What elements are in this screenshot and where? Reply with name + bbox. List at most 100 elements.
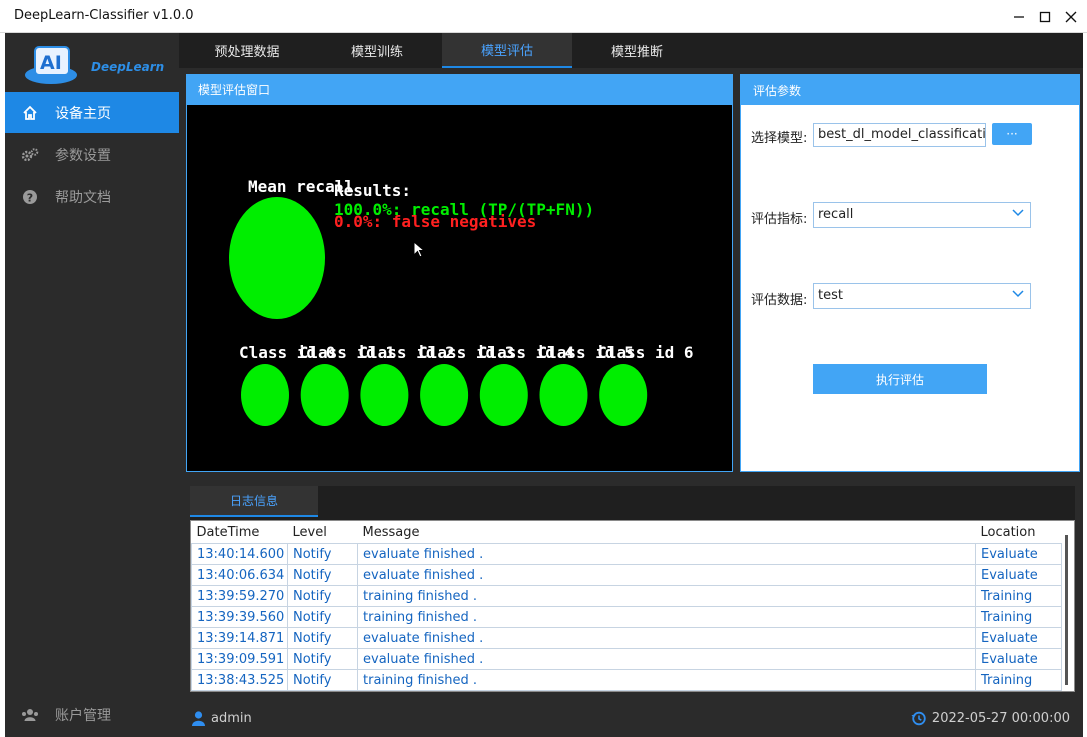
logo-text: DeepLearn — [91, 60, 164, 74]
tab-training[interactable]: 模型训练 — [312, 33, 442, 68]
class-result-ellipse — [539, 364, 588, 426]
gears-icon — [5, 147, 55, 163]
history-icon — [911, 711, 926, 726]
result-false-negatives: 0.0%: false negatives — [334, 212, 537, 231]
maximize-icon[interactable] — [1034, 6, 1056, 28]
panel-title: 模型评估窗口 — [186, 74, 733, 104]
model-path-input[interactable]: best_dl_model_classification — [813, 123, 986, 147]
class-result-ellipse — [479, 364, 528, 426]
username: admin — [211, 711, 252, 726]
column-header-level[interactable]: Level — [288, 521, 358, 544]
log-row[interactable]: 13:38:43.525 Notify training finished . Tra… — [191, 669, 1062, 691]
tab-label: 模型推断 — [610, 45, 663, 60]
home-icon — [5, 105, 55, 121]
log-cell-datetime: 13:40:14.600 — [191, 543, 288, 565]
log-cell-location: Training — [975, 585, 1062, 607]
column-header-datetime[interactable]: DateTime — [192, 521, 288, 544]
sidebar-item-params[interactable]: 参数设置 — [5, 134, 179, 175]
tab-label: 预处理数据 — [214, 45, 280, 60]
run-evaluation-button[interactable]: 执行评估 — [813, 364, 987, 394]
log-cell-message: evaluate finished . — [357, 564, 976, 586]
users-icon — [5, 707, 55, 723]
tab-bar: 预处理数据 模型训练 模型评估 模型推断 — [179, 33, 1083, 68]
log-cell-datetime: 13:40:06.634 — [191, 564, 288, 586]
data-select-value: test — [818, 288, 843, 303]
logo-badge: AI — [40, 52, 62, 74]
log-cell-message: evaluate finished . — [357, 648, 976, 670]
data-label: 评估数据: — [751, 293, 808, 308]
log-cell-location: Training — [975, 669, 1062, 691]
params-panel: 评估参数 选择模型: best_dl_model_classification … — [740, 74, 1080, 472]
log-header-row: DateTime Level Message Location — [192, 521, 1062, 544]
log-cell-datetime: 13:38:43.525 — [191, 669, 288, 691]
sidebar-item-home[interactable]: 设备主页 — [5, 92, 179, 133]
tab-preprocess[interactable]: 预处理数据 — [182, 33, 312, 68]
log-row[interactable]: 13:40:14.600 Notify evaluate finished . Eva… — [191, 543, 1062, 565]
browse-button[interactable]: ··· — [992, 123, 1032, 145]
app-logo: AI DeepLearn — [21, 39, 181, 91]
help-icon: ? — [5, 189, 55, 205]
evaluation-canvas[interactable]: Mean recall Results: 100.0%: recall (TP/… — [187, 105, 732, 471]
log-cell-datetime: 13:39:14.871 — [191, 627, 288, 649]
metric-select-value: recall — [818, 207, 854, 222]
class-result-ellipse — [241, 364, 289, 426]
chevron-down-icon — [1012, 287, 1024, 302]
log-cell-level: Notify — [287, 585, 358, 607]
log-cell-level: Notify — [287, 627, 358, 649]
sidebar-item-label: 帮助文档 — [55, 189, 111, 206]
svg-text:?: ? — [27, 191, 33, 204]
sidebar-item-label: 账户管理 — [55, 707, 111, 724]
metric-label: 评估指标: — [751, 212, 808, 227]
class-label: Class id 6 — [597, 343, 694, 362]
sidebar-item-label: 参数设置 — [55, 147, 111, 164]
panel-title: 评估参数 — [741, 75, 1079, 105]
data-select[interactable]: test — [813, 283, 1031, 309]
sidebar-item-accounts[interactable]: 账户管理 — [5, 694, 179, 735]
mean-recall-ellipse — [229, 197, 325, 319]
class-result-ellipse — [300, 364, 349, 426]
model-label: 选择模型: — [751, 131, 808, 146]
log-row[interactable]: 13:39:09.591 Notify evaluate finished . Eva… — [191, 648, 1062, 670]
log-cell-location: Training — [975, 606, 1062, 628]
user-info[interactable]: admin — [192, 711, 252, 726]
column-header-location[interactable]: Location — [976, 521, 1062, 544]
class-result-ellipse — [360, 364, 409, 426]
title-bar: DeepLearn-Classifier v1.0.0 — [0, 0, 1087, 33]
sidebar-item-label: 设备主页 — [55, 105, 111, 122]
log-cell-level: Notify — [287, 543, 358, 565]
sidebar-item-help[interactable]: ? 帮助文档 — [5, 176, 179, 217]
minimize-icon[interactable] — [1008, 6, 1030, 28]
tab-evaluation[interactable]: 模型评估 — [442, 33, 572, 68]
log-row[interactable]: 13:39:14.871 Notify evaluate finished . Eva… — [191, 627, 1062, 649]
log-cell-message: training finished . — [357, 669, 976, 691]
log-table: DateTime Level Message Location 13:40:14… — [190, 520, 1075, 692]
log-cell-message: training finished . — [357, 606, 976, 628]
log-scrollbar[interactable] — [1065, 535, 1068, 685]
log-row[interactable]: 13:39:39.560 Notify training finished . Tra… — [191, 606, 1062, 628]
current-datetime: 2022-05-27 00:00:00 — [931, 711, 1070, 726]
sidebar: AI DeepLearn 设备主页 参数设置 ? 帮助文档 账户管理 — [5, 33, 179, 737]
tab-label: 模型评估 — [480, 44, 533, 59]
results-title: Results: — [334, 181, 412, 200]
user-icon — [192, 711, 205, 726]
log-cell-location: Evaluate — [975, 627, 1062, 649]
log-cell-level: Notify — [287, 564, 358, 586]
tab-log[interactable]: 日志信息 — [190, 486, 318, 517]
column-header-message[interactable]: Message — [358, 521, 976, 544]
status-clock: 2022-05-27 00:00:00 — [911, 711, 1070, 726]
app-title: DeepLearn-Classifier v1.0.0 — [14, 8, 194, 23]
tab-inference[interactable]: 模型推断 — [572, 33, 702, 68]
log-cell-level: Notify — [287, 648, 358, 670]
log-cell-level: Notify — [287, 669, 358, 691]
tab-label: 模型训练 — [350, 45, 403, 60]
log-cell-location: Evaluate — [975, 648, 1062, 670]
log-row[interactable]: 13:40:06.634 Notify evaluate finished . Eva… — [191, 564, 1062, 586]
close-icon[interactable] — [1060, 6, 1082, 28]
log-cell-message: evaluate finished . — [357, 543, 976, 565]
log-cell-location: Evaluate — [975, 543, 1062, 565]
log-cell-level: Notify — [287, 606, 358, 628]
log-row[interactable]: 13:39:59.270 Notify training finished . Tra… — [191, 585, 1062, 607]
class-result-ellipse — [420, 364, 469, 426]
metric-select[interactable]: recall — [813, 202, 1031, 228]
evaluation-panel: 模型评估窗口 Mean recall Results: 100.0%: reca… — [186, 74, 733, 472]
